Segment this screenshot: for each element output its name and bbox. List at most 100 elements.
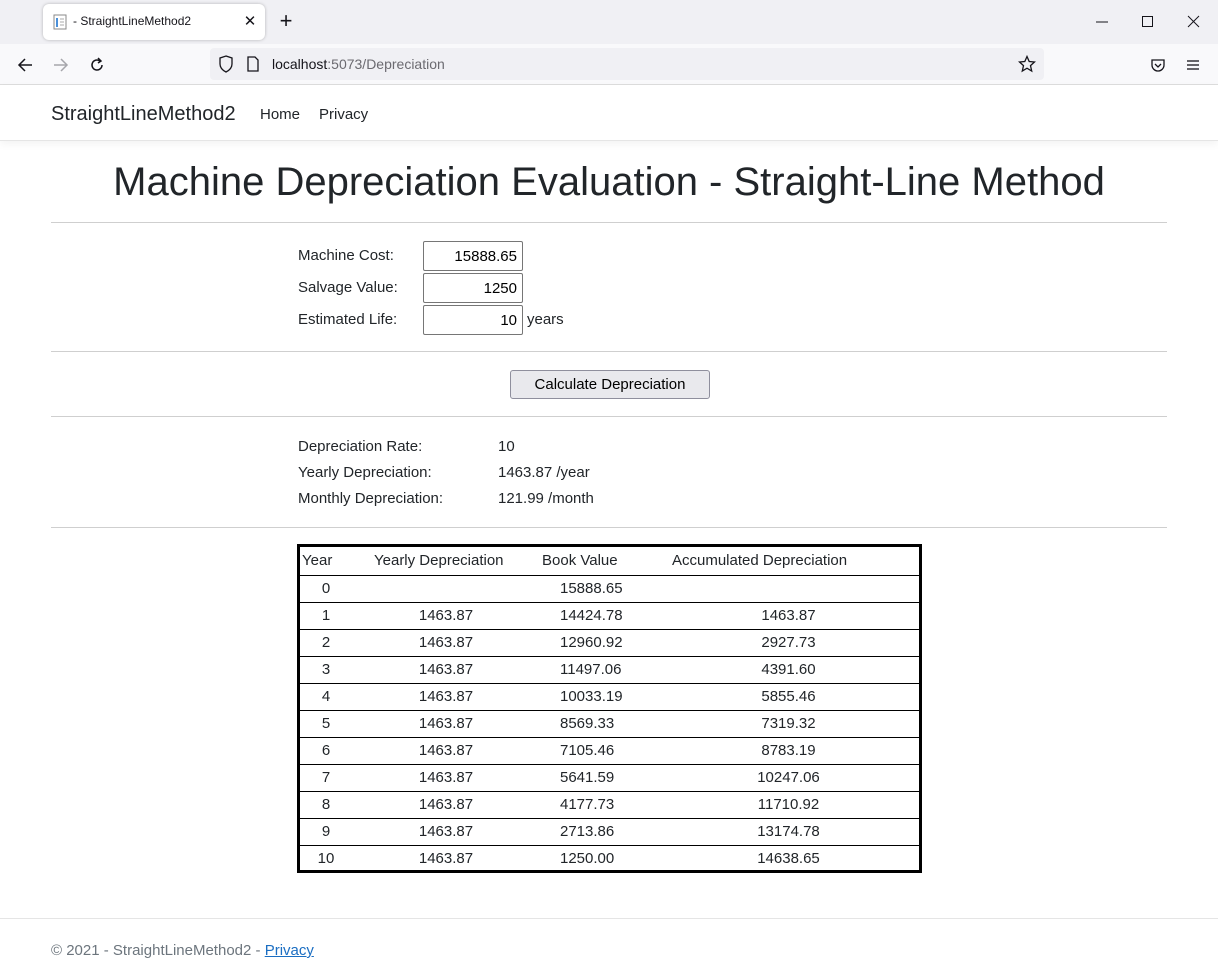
machine-cost-label: Machine Cost:: [298, 247, 394, 264]
accumulated-depreciation-cell: 4391.60: [658, 655, 919, 683]
page-info-icon[interactable]: [246, 56, 260, 77]
book-value-cell: 10033.19: [540, 682, 658, 710]
menu-icon[interactable]: [1180, 52, 1206, 78]
divider: [51, 416, 1167, 417]
yearly-depreciation-cell: 1463.87: [352, 790, 540, 818]
table-row: 6 1463.87 7105.46 8783.19: [300, 736, 919, 764]
column-header: Book Value: [542, 552, 618, 570]
close-tab-icon[interactable]: ✕: [240, 12, 260, 32]
year-cell: 8: [300, 790, 352, 818]
reload-icon[interactable]: [84, 52, 110, 78]
book-value-cell: 5641.59: [540, 763, 658, 791]
yearly-depreciation-cell: 1463.87: [352, 736, 540, 764]
divider: [51, 222, 1167, 223]
book-value-cell: 15888.65: [540, 574, 658, 602]
accumulated-depreciation-cell: 13174.78: [658, 817, 919, 845]
url-path: :5073/Depreciation: [327, 56, 445, 72]
book-value-cell: 11497.06: [540, 655, 658, 683]
column-header: Year: [302, 552, 333, 570]
divider: [51, 351, 1167, 352]
brand-link[interactable]: StraightLineMethod2: [51, 103, 236, 126]
table-row: 1 1463.87 14424.78 1463.87: [300, 601, 919, 629]
yearly-depreciation-cell: 1463.87: [352, 628, 540, 656]
depreciation-rate-value: 10: [498, 438, 515, 455]
salvage-value-label: Salvage Value:: [298, 279, 398, 296]
browser-tab[interactable]: - StraightLineMethod2 ✕: [43, 4, 265, 40]
year-cell: 10: [300, 844, 352, 872]
estimated-life-label: Estimated Life:: [298, 311, 398, 328]
book-value-cell: 2713.86: [540, 817, 658, 845]
yearly-depreciation-cell: 1463.87: [352, 709, 540, 737]
footer-privacy-link[interactable]: Privacy: [265, 942, 314, 959]
yearly-depreciation-cell: 1463.87: [352, 655, 540, 683]
yearly-depreciation-cell: 1463.87: [352, 844, 540, 872]
estimated-life-input[interactable]: [423, 305, 523, 335]
accumulated-depreciation-cell: 1463.87: [658, 601, 919, 629]
divider: [51, 527, 1167, 528]
depreciation-rate-label: Depreciation Rate:: [298, 438, 423, 455]
shield-icon[interactable]: [218, 55, 234, 78]
browser-toolbar: localhost:5073/Depreciation: [0, 44, 1218, 85]
accumulated-depreciation-cell: 2927.73: [658, 628, 919, 656]
accumulated-depreciation-cell: 14638.65: [658, 844, 919, 872]
table-row: 4 1463.87 10033.19 5855.46: [300, 682, 919, 710]
address-bar[interactable]: localhost:5073/Depreciation: [210, 48, 1044, 80]
book-value-cell: 14424.78: [540, 601, 658, 629]
accumulated-depreciation-cell: 7319.32: [658, 709, 919, 737]
url-text[interactable]: localhost:5073/Depreciation: [272, 56, 445, 72]
url-host: localhost: [272, 56, 328, 72]
yearly-depreciation-cell: [352, 574, 540, 602]
new-tab-icon[interactable]: +: [275, 10, 297, 32]
book-value-cell: 7105.46: [540, 736, 658, 764]
yearly-depreciation-cell: 1463.87: [352, 763, 540, 791]
monthly-depreciation-value: 121.99 /month: [498, 490, 594, 507]
pocket-icon[interactable]: [1145, 52, 1171, 78]
maximize-icon[interactable]: [1134, 8, 1162, 36]
minimize-icon[interactable]: [1088, 8, 1116, 36]
accumulated-depreciation-cell: 10247.06: [658, 763, 919, 791]
book-value-cell: 4177.73: [540, 790, 658, 818]
column-header: Yearly Depreciation: [374, 552, 504, 570]
yearly-depreciation-cell: 1463.87: [352, 682, 540, 710]
page-title: Machine Depreciation Evaluation - Straig…: [113, 160, 1105, 204]
footer-copyright: © 2021 - StraightLineMethod2 -: [51, 942, 265, 959]
page-icon: [53, 14, 67, 30]
year-cell: 0: [300, 574, 352, 602]
table-row: 3 1463.87 11497.06 4391.60: [300, 655, 919, 683]
table-row: 9 1463.87 2713.86 13174.78: [300, 817, 919, 845]
year-cell: 2: [300, 628, 352, 656]
site-navbar: StraightLineMethod2 Home Privacy: [0, 85, 1218, 141]
year-cell: 9: [300, 817, 352, 845]
calculate-depreciation-button[interactable]: Calculate Depreciation: [510, 370, 710, 399]
machine-cost-input[interactable]: [423, 241, 523, 271]
year-cell: 5: [300, 709, 352, 737]
bookmark-star-icon[interactable]: [1017, 54, 1037, 78]
column-header: Accumulated Depreciation: [672, 552, 848, 570]
salvage-value-input[interactable]: [423, 273, 523, 303]
table-row: 0 15888.65: [300, 574, 919, 602]
monthly-depreciation-label: Monthly Depreciation:: [298, 490, 444, 507]
yearly-depreciation-cell: 1463.87: [352, 601, 540, 629]
yearly-depreciation-label: Yearly Depreciation:: [298, 464, 432, 481]
year-cell: 1: [300, 601, 352, 629]
close-window-icon[interactable]: [1180, 8, 1208, 36]
table-header-row: Year Yearly Depreciation Book Value Accu…: [300, 547, 919, 575]
year-cell: 4: [300, 682, 352, 710]
forward-arrow-icon[interactable]: [48, 52, 74, 78]
nav-home-link[interactable]: Home: [260, 106, 300, 123]
year-cell: 7: [300, 763, 352, 791]
browser-titlebar: - StraightLineMethod2 ✕ +: [0, 0, 1218, 44]
accumulated-depreciation-cell: 8783.19: [658, 736, 919, 764]
table-row: 2 1463.87 12960.92 2927.73: [300, 628, 919, 656]
book-value-cell: 1250.00: [540, 844, 658, 872]
tab-title: - StraightLineMethod2: [73, 14, 192, 28]
table-row: 7 1463.87 5641.59 10247.06: [300, 763, 919, 791]
back-arrow-icon[interactable]: [12, 52, 38, 78]
table-row: 8 1463.87 4177.73 11710.92: [300, 790, 919, 818]
accumulated-depreciation-cell: 11710.92: [658, 790, 919, 818]
accumulated-depreciation-cell: 5855.46: [658, 682, 919, 710]
nav-privacy-link[interactable]: Privacy: [319, 106, 368, 123]
accumulated-depreciation-cell: [658, 574, 919, 602]
depreciation-table: Year Yearly Depreciation Book Value Accu…: [297, 544, 922, 873]
yearly-depreciation-value: 1463.87 /year: [498, 464, 590, 481]
